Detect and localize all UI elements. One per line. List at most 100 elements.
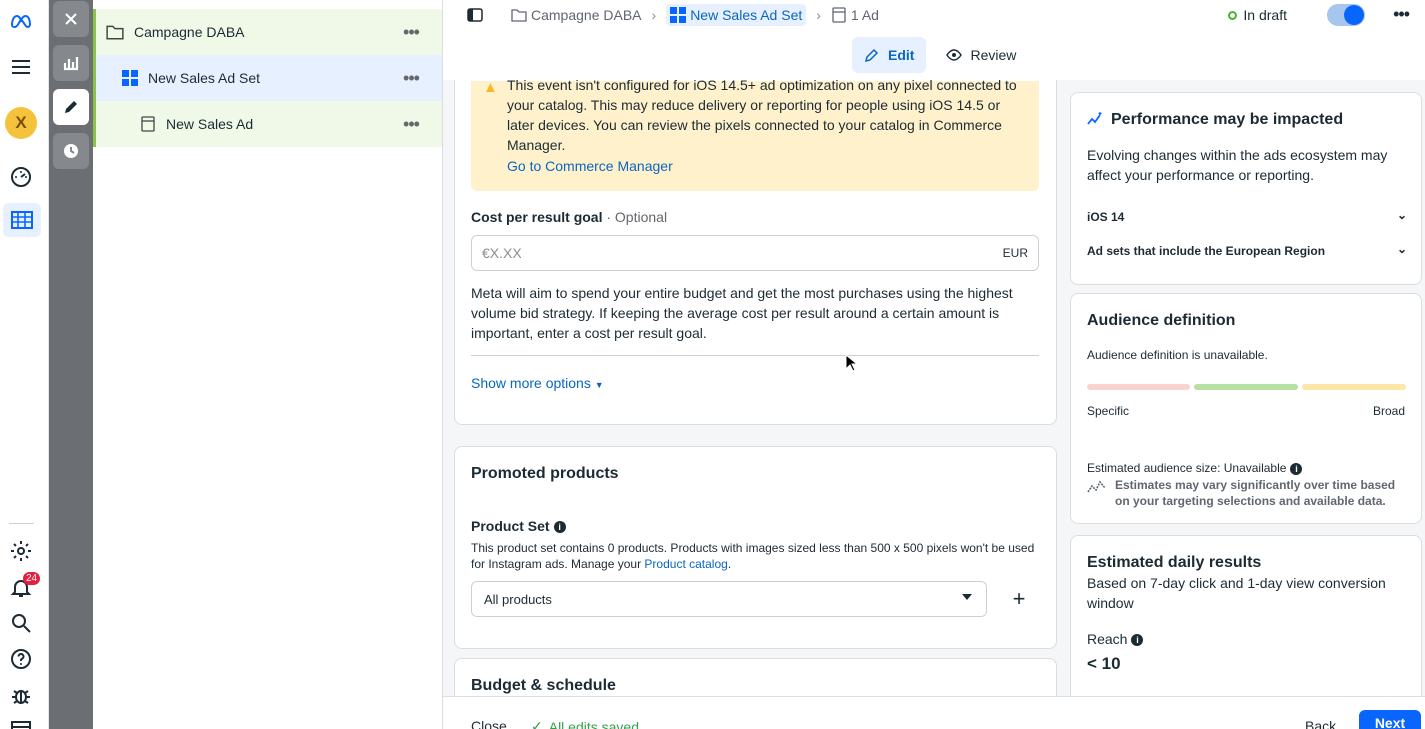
info-icon[interactable]: i [553,521,566,534]
estimate-trend-icon [1087,480,1106,493]
cost-goal-help: Meta will aim to spend your entire budge… [471,285,1013,341]
selected-value: All products [484,591,552,607]
tree-item-campaign[interactable]: Campagne DABA ••• [93,9,442,55]
breadcrumb: Campagne DABA › New Sales Ad Set › 1 Ad [511,4,879,26]
dashboard-gauge-icon[interactable] [5,161,37,193]
reach-value: < 10 [1087,654,1121,673]
meta-logo-icon[interactable] [5,5,37,37]
more-options-icon[interactable]: ••• [402,114,420,134]
ad-page-icon [141,116,155,132]
adset-grid-icon [122,70,138,86]
close-button[interactable]: Close [471,718,507,729]
insights-panel: Performance may be impacted Evolving cha… [1065,80,1425,696]
adset-grid-icon [670,7,687,23]
edit-label: Edit [888,47,915,63]
accordion-ios14[interactable]: iOS 14 ⌄ [1087,208,1407,224]
pencil-icon [65,101,77,113]
more-options-icon[interactable]: ••• [402,22,420,42]
breadcrumb-ad[interactable]: 1 Ad [831,7,879,23]
commerce-manager-link[interactable]: Go to Commerce Manager [507,158,673,174]
reach-label: Reach i [1087,631,1144,647]
info-icon[interactable]: i [1290,462,1303,475]
info-icon[interactable]: i [1131,634,1144,647]
card-title: Performance may be impacted [1111,111,1344,128]
chevron-down-icon: ⌄ [1396,208,1407,222]
account-avatar[interactable]: X [5,107,37,139]
pencil-icon [864,48,879,63]
charts-button[interactable] [53,45,89,81]
more-options-icon[interactable]: ••• [402,68,420,88]
search-icon[interactable] [5,607,37,639]
breadcrumb-campaign[interactable]: Campagne DABA [511,7,642,23]
bar-chart-icon [63,57,79,71]
audience-meter-defined [1194,384,1298,390]
cost-goal-input[interactable]: €X.XX EUR [471,235,1039,271]
card-title: Estimated daily results [1087,554,1262,571]
back-button[interactable]: Back [1305,718,1336,729]
edit-mode-button[interactable]: Edit [852,37,927,73]
save-status: ✓ All edits saved [531,718,639,729]
breadcrumb-adset[interactable]: New Sales Ad Set [666,4,807,26]
sidebar-toggle-icon[interactable] [467,7,483,23]
add-product-set-button[interactable]: + [1003,583,1035,615]
warning-text: This event isn't configured for iOS 14.5… [507,80,1017,153]
review-mode-button[interactable]: Review [934,37,1028,73]
status-dot-icon [1228,10,1238,20]
cost-goal-label: Cost per result goal · Optional [471,209,668,225]
clock-icon [64,144,78,158]
close-icon [65,13,77,25]
adset-on-off-toggle[interactable] [1327,4,1365,26]
section-title: Budget & schedule [471,677,616,694]
bug-report-icon[interactable] [5,679,37,711]
help-icon[interactable] [5,643,37,675]
next-button[interactable]: Next [1359,710,1421,729]
rail-divider [9,523,34,524]
checkmark-icon: ✓ [531,718,543,729]
card-subtitle: Based on 7-day click and 1-day view conv… [1087,575,1386,611]
audience-size: Estimated audience size: Unavailable i [1087,461,1303,475]
editor-header: Campagne DABA › New Sales Ad Set › 1 Ad … [443,0,1425,30]
global-nav-rail: X 24 [0,0,49,729]
product-set-help: This product set contains 0 products. Pr… [471,541,1035,571]
menu-icon[interactable] [5,51,37,83]
product-set-select[interactable]: All products [471,581,987,617]
tree-item-ad[interactable]: New Sales Ad ••• [93,101,442,147]
audience-status: Audience definition is unavailable. [1087,348,1268,362]
settings-gear-icon[interactable] [5,535,37,567]
meter-label-specific: Specific [1087,404,1130,418]
close-editor-button[interactable] [53,1,89,37]
chevron-right-icon: › [651,7,657,23]
audience-meter-specific [1087,384,1190,390]
edit-button[interactable] [53,89,89,125]
chevron-right-icon: › [816,7,821,23]
history-button[interactable] [53,133,89,169]
estimated-results-card: Estimated daily results Based on 7-day c… [1070,535,1422,696]
audience-definition-card: Audience definition Audience definition … [1070,293,1422,524]
show-more-options-link[interactable]: Show more options ▼ [471,375,604,391]
more-options-icon[interactable]: ••• [1393,4,1410,25]
currency-suffix: EUR [1002,246,1028,260]
divider [471,355,1039,356]
product-set-label: Product Set i [471,518,566,534]
panel-icon[interactable] [5,713,37,729]
card-title: Audience definition [1087,312,1236,329]
breadcrumb-label: 1 Ad [850,7,879,23]
tree-item-label: New Sales Ad [166,116,254,132]
chevron-down-icon: ⌄ [1396,242,1407,256]
product-catalog-link[interactable]: Product catalog [644,557,727,571]
ads-manager-table-icon[interactable] [3,203,41,237]
card-text: Evolving changes within the ads ecosyste… [1087,147,1388,183]
caret-down-icon: ▼ [594,380,604,390]
budget-schedule-card: Budget & schedule [454,658,1057,696]
tree-item-label: New Sales Ad Set [148,70,261,86]
audience-meter-broad [1302,384,1406,390]
folder-icon [106,25,124,40]
tree-item-label: Campagne DABA [134,24,245,40]
conversion-card: ▲ This event isn't configured for iOS 14… [454,80,1057,425]
performance-card: Performance may be impacted Evolving cha… [1070,92,1422,285]
accordion-european-region[interactable]: Ad sets that include the European Region… [1087,242,1407,258]
warning-triangle-icon: ▲ [483,80,498,96]
tree-item-adset[interactable]: New Sales Ad Set ••• [93,55,442,101]
mode-switch: Edit Review [852,37,1028,73]
cost-goal-placeholder: €X.XX [482,245,522,261]
